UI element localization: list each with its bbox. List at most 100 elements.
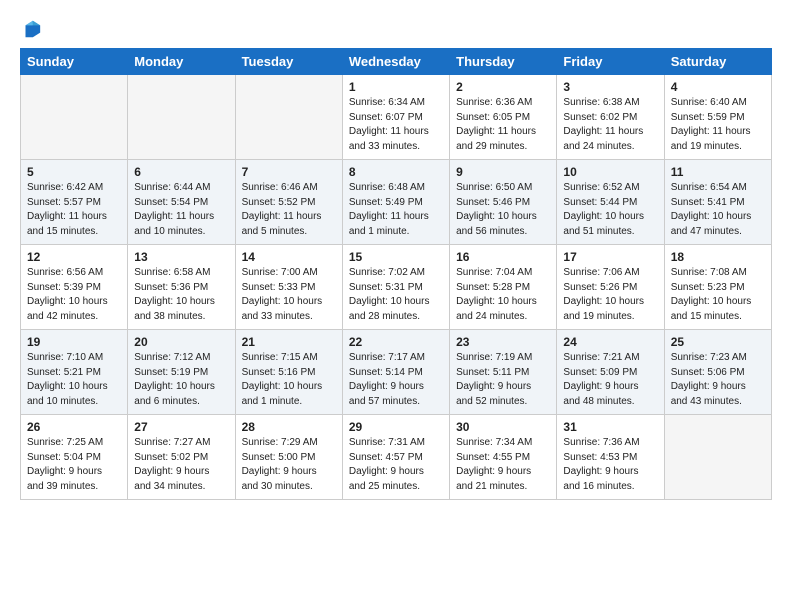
day-number: 24 — [563, 335, 657, 349]
day-info: Sunrise: 7:04 AM Sunset: 5:28 PM Dayligh… — [456, 266, 550, 324]
day-number: 11 — [671, 165, 765, 179]
day-info: Sunrise: 7:23 AM Sunset: 5:06 PM Dayligh… — [671, 351, 765, 409]
calendar-cell: 11 Sunrise: 6:54 AM Sunset: 5:41 PM Dayli… — [664, 160, 771, 245]
day-number: 31 — [563, 420, 657, 434]
day-number: 25 — [671, 335, 765, 349]
day-number: 27 — [134, 420, 228, 434]
day-number: 14 — [242, 250, 336, 264]
day-info: Sunrise: 6:40 AM Sunset: 5:59 PM Dayligh… — [671, 96, 765, 154]
calendar-cell: 19 Sunrise: 7:10 AM Sunset: 5:21 PM Dayli… — [21, 330, 128, 415]
day-info: Sunrise: 7:19 AM Sunset: 5:11 PM Dayligh… — [456, 351, 550, 409]
calendar-cell: 18 Sunrise: 7:08 AM Sunset: 5:23 PM Dayli… — [664, 245, 771, 330]
day-number: 13 — [134, 250, 228, 264]
logo — [20, 18, 46, 40]
calendar-cell: 9 Sunrise: 6:50 AM Sunset: 5:46 PM Daylig… — [450, 160, 557, 245]
calendar-cell: 15 Sunrise: 7:02 AM Sunset: 5:31 PM Dayli… — [342, 245, 449, 330]
day-info: Sunrise: 6:48 AM Sunset: 5:49 PM Dayligh… — [349, 181, 443, 239]
day-number: 6 — [134, 165, 228, 179]
day-info: Sunrise: 7:31 AM Sunset: 4:57 PM Dayligh… — [349, 436, 443, 494]
day-number: 29 — [349, 420, 443, 434]
calendar-cell: 2Sunrise: 6:36 AM Sunset: 6:05 PM Daylig… — [450, 75, 557, 160]
day-number: 28 — [242, 420, 336, 434]
calendar: SundayMondayTuesdayWednesdayThursdayFrid… — [20, 48, 772, 500]
calendar-cell — [235, 75, 342, 160]
day-info: Sunrise: 6:56 AM Sunset: 5:39 PM Dayligh… — [27, 266, 121, 324]
calendar-week-row: 12 Sunrise: 6:56 AM Sunset: 5:39 PM Dayli… — [21, 245, 772, 330]
calendar-cell: 5Sunrise: 6:42 AM Sunset: 5:57 PM Daylig… — [21, 160, 128, 245]
day-info: Sunrise: 6:44 AM Sunset: 5:54 PM Dayligh… — [134, 181, 228, 239]
day-info: Sunrise: 7:12 AM Sunset: 5:19 PM Dayligh… — [134, 351, 228, 409]
weekday-header-tuesday: Tuesday — [235, 49, 342, 75]
day-number: 12 — [27, 250, 121, 264]
calendar-cell: 23 Sunrise: 7:19 AM Sunset: 5:11 PM Dayli… — [450, 330, 557, 415]
calendar-cell: 22Sunrise: 7:17 AM Sunset: 5:14 PM Dayli… — [342, 330, 449, 415]
day-number: 7 — [242, 165, 336, 179]
calendar-cell: 26Sunrise: 7:25 AM Sunset: 5:04 PM Dayli… — [21, 415, 128, 500]
day-info: Sunrise: 6:34 AM Sunset: 6:07 PM Dayligh… — [349, 96, 443, 154]
day-info: Sunrise: 7:10 AM Sunset: 5:21 PM Dayligh… — [27, 351, 121, 409]
day-number: 15 — [349, 250, 443, 264]
header — [20, 18, 772, 40]
day-info: Sunrise: 7:00 AM Sunset: 5:33 PM Dayligh… — [242, 266, 336, 324]
day-info: Sunrise: 7:06 AM Sunset: 5:26 PM Dayligh… — [563, 266, 657, 324]
calendar-cell: 24 Sunrise: 7:21 AM Sunset: 5:09 PM Dayli… — [557, 330, 664, 415]
day-info: Sunrise: 6:50 AM Sunset: 5:46 PM Dayligh… — [456, 181, 550, 239]
day-info: Sunrise: 7:21 AM Sunset: 5:09 PM Dayligh… — [563, 351, 657, 409]
calendar-cell: 21 Sunrise: 7:15 AM Sunset: 5:16 PM Dayli… — [235, 330, 342, 415]
day-number: 9 — [456, 165, 550, 179]
calendar-cell — [128, 75, 235, 160]
day-number: 30 — [456, 420, 550, 434]
calendar-cell: 6 Sunrise: 6:44 AM Sunset: 5:54 PM Daylig… — [128, 160, 235, 245]
calendar-cell: 27 Sunrise: 7:27 AM Sunset: 5:02 PM Dayli… — [128, 415, 235, 500]
logo-icon — [20, 18, 42, 40]
calendar-cell — [664, 415, 771, 500]
day-number: 19 — [27, 335, 121, 349]
weekday-header-sunday: Sunday — [21, 49, 128, 75]
day-number: 21 — [242, 335, 336, 349]
calendar-cell: 25 Sunrise: 7:23 AM Sunset: 5:06 PM Dayli… — [664, 330, 771, 415]
calendar-week-row: 19 Sunrise: 7:10 AM Sunset: 5:21 PM Dayli… — [21, 330, 772, 415]
calendar-cell: 29 Sunrise: 7:31 AM Sunset: 4:57 PM Dayli… — [342, 415, 449, 500]
calendar-cell — [21, 75, 128, 160]
day-number: 17 — [563, 250, 657, 264]
weekday-header-row: SundayMondayTuesdayWednesdayThursdayFrid… — [21, 49, 772, 75]
calendar-cell: 31 Sunrise: 7:36 AM Sunset: 4:53 PM Dayli… — [557, 415, 664, 500]
day-number: 20 — [134, 335, 228, 349]
day-info: Sunrise: 7:27 AM Sunset: 5:02 PM Dayligh… — [134, 436, 228, 494]
calendar-cell: 17 Sunrise: 7:06 AM Sunset: 5:26 PM Dayli… — [557, 245, 664, 330]
day-info: Sunrise: 6:54 AM Sunset: 5:41 PM Dayligh… — [671, 181, 765, 239]
day-info: Sunrise: 6:46 AM Sunset: 5:52 PM Dayligh… — [242, 181, 336, 239]
weekday-header-saturday: Saturday — [664, 49, 771, 75]
day-info: Sunrise: 7:08 AM Sunset: 5:23 PM Dayligh… — [671, 266, 765, 324]
calendar-cell: 12 Sunrise: 6:56 AM Sunset: 5:39 PM Dayli… — [21, 245, 128, 330]
day-info: Sunrise: 7:02 AM Sunset: 5:31 PM Dayligh… — [349, 266, 443, 324]
calendar-cell: 14 Sunrise: 7:00 AM Sunset: 5:33 PM Dayli… — [235, 245, 342, 330]
day-number: 16 — [456, 250, 550, 264]
calendar-cell: 28Sunrise: 7:29 AM Sunset: 5:00 PM Dayli… — [235, 415, 342, 500]
calendar-cell: 7 Sunrise: 6:46 AM Sunset: 5:52 PM Daylig… — [235, 160, 342, 245]
day-number: 18 — [671, 250, 765, 264]
day-info: Sunrise: 7:36 AM Sunset: 4:53 PM Dayligh… — [563, 436, 657, 494]
day-number: 8 — [349, 165, 443, 179]
calendar-cell: 3Sunrise: 6:38 AM Sunset: 6:02 PM Daylig… — [557, 75, 664, 160]
calendar-cell: 4 Sunrise: 6:40 AM Sunset: 5:59 PM Daylig… — [664, 75, 771, 160]
calendar-cell: 1 Sunrise: 6:34 AM Sunset: 6:07 PM Daylig… — [342, 75, 449, 160]
day-info: Sunrise: 6:52 AM Sunset: 5:44 PM Dayligh… — [563, 181, 657, 239]
calendar-week-row: 26Sunrise: 7:25 AM Sunset: 5:04 PM Dayli… — [21, 415, 772, 500]
calendar-cell: 16 Sunrise: 7:04 AM Sunset: 5:28 PM Dayli… — [450, 245, 557, 330]
day-info: Sunrise: 7:17 AM Sunset: 5:14 PM Dayligh… — [349, 351, 443, 409]
day-number: 10 — [563, 165, 657, 179]
page: SundayMondayTuesdayWednesdayThursdayFrid… — [0, 0, 792, 612]
day-info: Sunrise: 7:15 AM Sunset: 5:16 PM Dayligh… — [242, 351, 336, 409]
day-number: 26 — [27, 420, 121, 434]
day-number: 23 — [456, 335, 550, 349]
weekday-header-monday: Monday — [128, 49, 235, 75]
day-info: Sunrise: 7:34 AM Sunset: 4:55 PM Dayligh… — [456, 436, 550, 494]
day-number: 4 — [671, 80, 765, 94]
day-info: Sunrise: 6:38 AM Sunset: 6:02 PM Dayligh… — [563, 96, 657, 154]
day-number: 5 — [27, 165, 121, 179]
weekday-header-friday: Friday — [557, 49, 664, 75]
calendar-cell: 13 Sunrise: 6:58 AM Sunset: 5:36 PM Dayli… — [128, 245, 235, 330]
day-info: Sunrise: 6:58 AM Sunset: 5:36 PM Dayligh… — [134, 266, 228, 324]
day-number: 1 — [349, 80, 443, 94]
